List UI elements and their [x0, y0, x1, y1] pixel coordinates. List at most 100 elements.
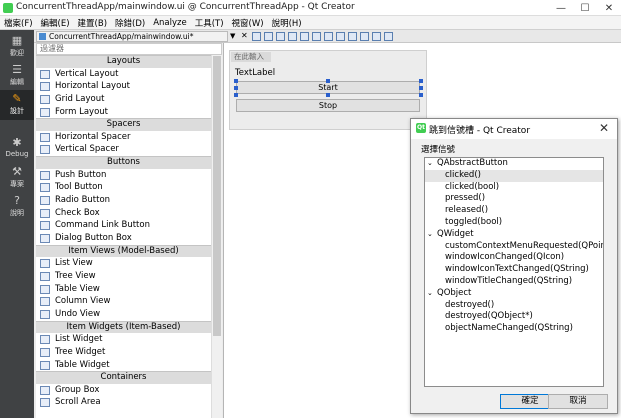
- mode-debug[interactable]: ✱ Debug: [0, 134, 34, 162]
- widget-item-grid-layout[interactable]: Grid Layout: [36, 93, 211, 106]
- widget-item-undo-view[interactable]: Undo View: [36, 308, 211, 321]
- widget-item-label: Form Layout: [55, 106, 109, 117]
- edit-signals-icon[interactable]: [264, 32, 273, 41]
- widget-item-vertical-spacer[interactable]: Vertical Spacer: [36, 143, 211, 156]
- close-window-button[interactable]: ✕: [597, 0, 621, 16]
- selection-handle[interactable]: [326, 93, 330, 97]
- menu-file[interactable]: 檔案(F): [0, 17, 37, 29]
- signal-item[interactable]: pressed(): [425, 193, 603, 205]
- selection-handle[interactable]: [419, 86, 423, 90]
- chevron-down-icon[interactable]: ▼: [230, 32, 235, 40]
- edit-tab-order-icon[interactable]: [288, 32, 297, 41]
- widget-item-tree-widget[interactable]: Tree Widget: [36, 346, 211, 359]
- widget-item-table-widget[interactable]: Table Widget: [36, 359, 211, 372]
- widget-item-command-link-button[interactable]: Command Link Button: [36, 219, 211, 232]
- adjust-size-icon[interactable]: [384, 32, 393, 41]
- layout-form-icon[interactable]: [348, 32, 357, 41]
- mode-design[interactable]: ✎ 設計: [0, 90, 34, 120]
- signal-item[interactable]: clicked(): [425, 169, 603, 182]
- chevron-down-icon[interactable]: ⌄: [427, 229, 433, 241]
- widget-item-check-box[interactable]: Check Box: [36, 207, 211, 220]
- signal-item[interactable]: toggled(bool): [425, 217, 603, 229]
- maximize-button[interactable]: ☐: [573, 0, 597, 16]
- signal-item[interactable]: windowIconTextChanged(QString): [425, 264, 603, 276]
- tree-group-qobject[interactable]: ⌄ QObject: [425, 288, 603, 300]
- text-label[interactable]: TextLabel: [235, 68, 275, 78]
- main-window-form[interactable]: 在此輸入 TextLabel Start Stop: [229, 50, 427, 130]
- tree-group-qwidget[interactable]: ⌄ QWidget: [425, 229, 603, 241]
- widget-item-list-widget[interactable]: List Widget: [36, 333, 211, 346]
- stop-button[interactable]: Stop: [236, 99, 420, 112]
- widget-item-radio-button[interactable]: Radio Button: [36, 194, 211, 207]
- mode-welcome[interactable]: ▦ 歡迎: [0, 32, 34, 60]
- widget-item-group-box[interactable]: Group Box: [36, 384, 211, 397]
- break-layout-icon[interactable]: [372, 32, 381, 41]
- layout-vertical-icon[interactable]: [312, 32, 321, 41]
- category-item-views-model-based[interactable]: Item Views (Model-Based): [36, 244, 211, 258]
- selection-handle[interactable]: [419, 93, 423, 97]
- category-item-widgets-item-based[interactable]: Item Widgets (Item-Based): [36, 320, 211, 334]
- vertical-spacer-icon: [40, 145, 50, 155]
- menu-debug[interactable]: 除錯(D): [111, 17, 149, 29]
- selection-handle[interactable]: [326, 79, 330, 83]
- widget-item-column-view[interactable]: Column View: [36, 295, 211, 308]
- layout-splitter-h-icon[interactable]: [324, 32, 333, 41]
- signal-item[interactable]: released(): [425, 205, 603, 217]
- category-buttons[interactable]: Buttons: [36, 156, 211, 169]
- signal-item[interactable]: destroyed(QObject*): [425, 311, 603, 323]
- signal-item[interactable]: windowTitleChanged(QString): [425, 276, 603, 288]
- widget-item-table-view[interactable]: Table View: [36, 283, 211, 296]
- open-documents-combo[interactable]: ConcurrentThreadApp/mainwindow.ui*: [36, 31, 228, 42]
- widget-item-label: Undo View: [55, 309, 101, 319]
- minimize-button[interactable]: —: [549, 0, 573, 16]
- menu-analyze[interactable]: Analyze: [149, 18, 191, 28]
- signal-item[interactable]: windowIconChanged(QIcon): [425, 252, 603, 264]
- selection-handle[interactable]: [234, 86, 238, 90]
- signal-item[interactable]: customContextMenuRequested(QPoint): [425, 241, 603, 253]
- widget-item-horizontal-spacer[interactable]: Horizontal Spacer: [36, 131, 211, 144]
- category-layouts[interactable]: Layouts: [36, 55, 211, 68]
- widget-item-vertical-layout[interactable]: Vertical Layout: [36, 68, 211, 81]
- tree-group-label: QWidget: [437, 228, 474, 239]
- menu-tools[interactable]: 工具(T): [191, 17, 228, 29]
- category-containers[interactable]: Containers: [36, 371, 211, 384]
- chevron-down-icon[interactable]: ⌄: [427, 158, 433, 170]
- widget-item-form-layout[interactable]: Form Layout: [36, 106, 211, 119]
- widget-item-label: Tree View: [55, 270, 96, 281]
- widget-item-tree-view[interactable]: Tree View: [36, 270, 211, 283]
- mode-edit[interactable]: ☰ 編輯: [0, 61, 34, 89]
- signal-item[interactable]: clicked(bool): [425, 182, 603, 194]
- menu-window[interactable]: 視窗(W): [228, 17, 268, 29]
- selection-handle[interactable]: [234, 93, 238, 97]
- widget-item-dialog-button-box[interactable]: Dialog Button Box: [36, 232, 211, 245]
- menu-placeholder[interactable]: 在此輸入: [231, 52, 271, 62]
- widget-filter-input[interactable]: 過濾器: [36, 43, 222, 55]
- scrollbar-thumb[interactable]: [213, 56, 221, 336]
- category-spacers[interactable]: Spacers: [36, 118, 211, 131]
- menu-help[interactable]: 說明(H): [268, 17, 306, 29]
- mode-projects[interactable]: ⚒ 專案: [0, 163, 34, 191]
- layout-splitter-v-icon[interactable]: [336, 32, 345, 41]
- widget-item-tool-button[interactable]: Tool Button: [36, 181, 211, 194]
- tree-group-qabstractbutton[interactable]: ⌄ QAbstractButton: [425, 158, 603, 170]
- signal-tree[interactable]: ⌄ QAbstractButton clicked() clicked(bool) pr…: [424, 157, 604, 387]
- cancel-button[interactable]: 取消: [548, 394, 608, 409]
- menu-edit[interactable]: 編輯(E): [37, 17, 74, 29]
- close-document-icon[interactable]: ✕: [241, 31, 248, 40]
- edit-widgets-icon[interactable]: [252, 32, 261, 41]
- widget-item-list-view[interactable]: List View: [36, 257, 211, 270]
- selection-handle[interactable]: [234, 79, 238, 83]
- signal-item[interactable]: destroyed(): [425, 300, 603, 312]
- layout-horizontal-icon[interactable]: [300, 32, 309, 41]
- chevron-down-icon[interactable]: ⌄: [427, 288, 433, 300]
- selection-handle[interactable]: [419, 79, 423, 83]
- layout-grid-icon[interactable]: [360, 32, 369, 41]
- mode-help[interactable]: ? 說明: [0, 192, 34, 220]
- widget-item-horizontal-layout[interactable]: Horizontal Layout: [36, 80, 211, 93]
- menu-build[interactable]: 建置(B): [74, 17, 111, 29]
- widget-item-scroll-area[interactable]: Scroll Area: [36, 396, 211, 409]
- edit-buddies-icon[interactable]: [276, 32, 285, 41]
- dialog-close-icon[interactable]: ✕: [599, 121, 609, 135]
- widget-item-push-button[interactable]: Push Button: [36, 169, 211, 182]
- signal-item[interactable]: objectNameChanged(QString): [425, 323, 603, 335]
